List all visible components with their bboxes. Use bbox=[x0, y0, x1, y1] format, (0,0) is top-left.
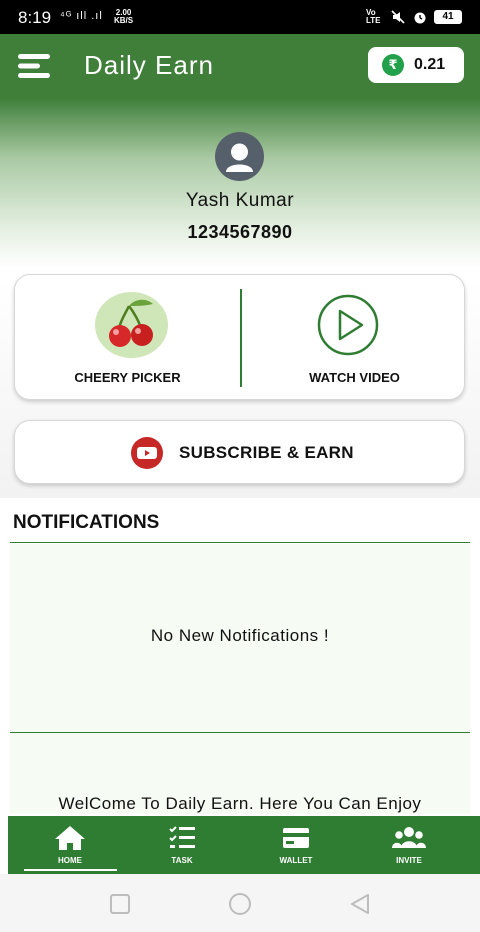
app-bar: Daily Earn ₹ 0.21 bbox=[0, 34, 480, 98]
volte-icon: Vo LTE bbox=[366, 8, 381, 25]
cherry-picker-tile[interactable]: CHEERY PICKER bbox=[15, 275, 240, 401]
watch-video-tile[interactable]: WATCH VIDEO bbox=[242, 275, 467, 401]
nav-invite[interactable]: INVITE bbox=[353, 816, 465, 874]
battery-icon: 41 bbox=[434, 10, 462, 24]
cherry-picker-label: CHEERY PICKER bbox=[74, 370, 181, 385]
notifications-panel bbox=[10, 544, 470, 814]
avatar[interactable] bbox=[215, 132, 264, 181]
system-nav-bar bbox=[0, 874, 480, 932]
wallet-icon bbox=[283, 828, 309, 848]
user-name: Yash Kumar bbox=[185, 190, 295, 211]
user-avatar-icon bbox=[226, 143, 253, 172]
notifications-bottom-divider bbox=[10, 732, 470, 733]
signal-icons: ⁴ᴳ ıll .ıl bbox=[60, 10, 103, 22]
active-tab-indicator bbox=[24, 869, 117, 871]
home-icon bbox=[55, 826, 85, 850]
watch-video-label: WATCH VIDEO bbox=[309, 370, 400, 385]
menu-icon[interactable] bbox=[16, 52, 52, 80]
notifications-top-divider bbox=[10, 542, 470, 543]
user-phone: 1234567890 bbox=[187, 222, 293, 242]
nav-wallet-label: WALLET bbox=[279, 856, 313, 865]
bottom-nav: HOME TASK WALLET INVITE bbox=[8, 816, 480, 874]
welcome-message: WelCome To Daily Earn. Here You Can Enjo… bbox=[58, 794, 422, 813]
task-list-icon bbox=[169, 826, 195, 848]
home-button-icon[interactable] bbox=[228, 892, 252, 916]
network-speed: 2.00 KB/S bbox=[114, 9, 133, 25]
tasks-card: CHEERY PICKER WATCH VIDEO bbox=[14, 274, 465, 400]
network-speed-unit: KB/S bbox=[114, 16, 134, 25]
balance-value: 0.21 bbox=[414, 56, 446, 73]
nav-task[interactable]: TASK bbox=[126, 816, 238, 874]
nav-task-label: TASK bbox=[171, 856, 193, 865]
nav-invite-label: INVITE bbox=[396, 856, 422, 865]
subscribe-earn-button[interactable]: SUBSCRIBE & EARN bbox=[14, 420, 465, 484]
status-time: 8:19 bbox=[18, 8, 52, 27]
app-title: Daily Earn bbox=[84, 50, 214, 80]
status-bar: 8:19 ⁴ᴳ ıll .ıl 2.00 KB/S Vo LTE 41 bbox=[0, 0, 480, 34]
subscribe-label: SUBSCRIBE & EARN bbox=[179, 443, 354, 462]
rupee-icon: ₹ bbox=[382, 54, 404, 76]
mute-icon bbox=[391, 10, 405, 24]
nav-wallet[interactable]: WALLET bbox=[240, 816, 352, 874]
cherry-icon bbox=[95, 292, 168, 358]
group-icon bbox=[392, 827, 426, 848]
nav-home-label: HOME bbox=[58, 856, 82, 865]
wallet-balance-chip[interactable]: ₹ 0.21 bbox=[368, 47, 464, 83]
notifications-title: NOTIFICATIONS bbox=[13, 512, 160, 533]
recents-icon[interactable] bbox=[108, 892, 132, 916]
status-right-icons: Vo LTE 41 bbox=[366, 9, 462, 25]
profile-section: Yash Kumar 1234567890 CHEERY PICKER WATC… bbox=[0, 98, 480, 498]
back-icon[interactable] bbox=[348, 892, 372, 916]
nav-home[interactable]: HOME bbox=[14, 816, 126, 874]
play-icon bbox=[317, 294, 379, 356]
youtube-icon bbox=[131, 437, 163, 469]
no-notifications-message: No New Notifications ! bbox=[150, 626, 330, 645]
alarm-icon bbox=[414, 12, 426, 24]
